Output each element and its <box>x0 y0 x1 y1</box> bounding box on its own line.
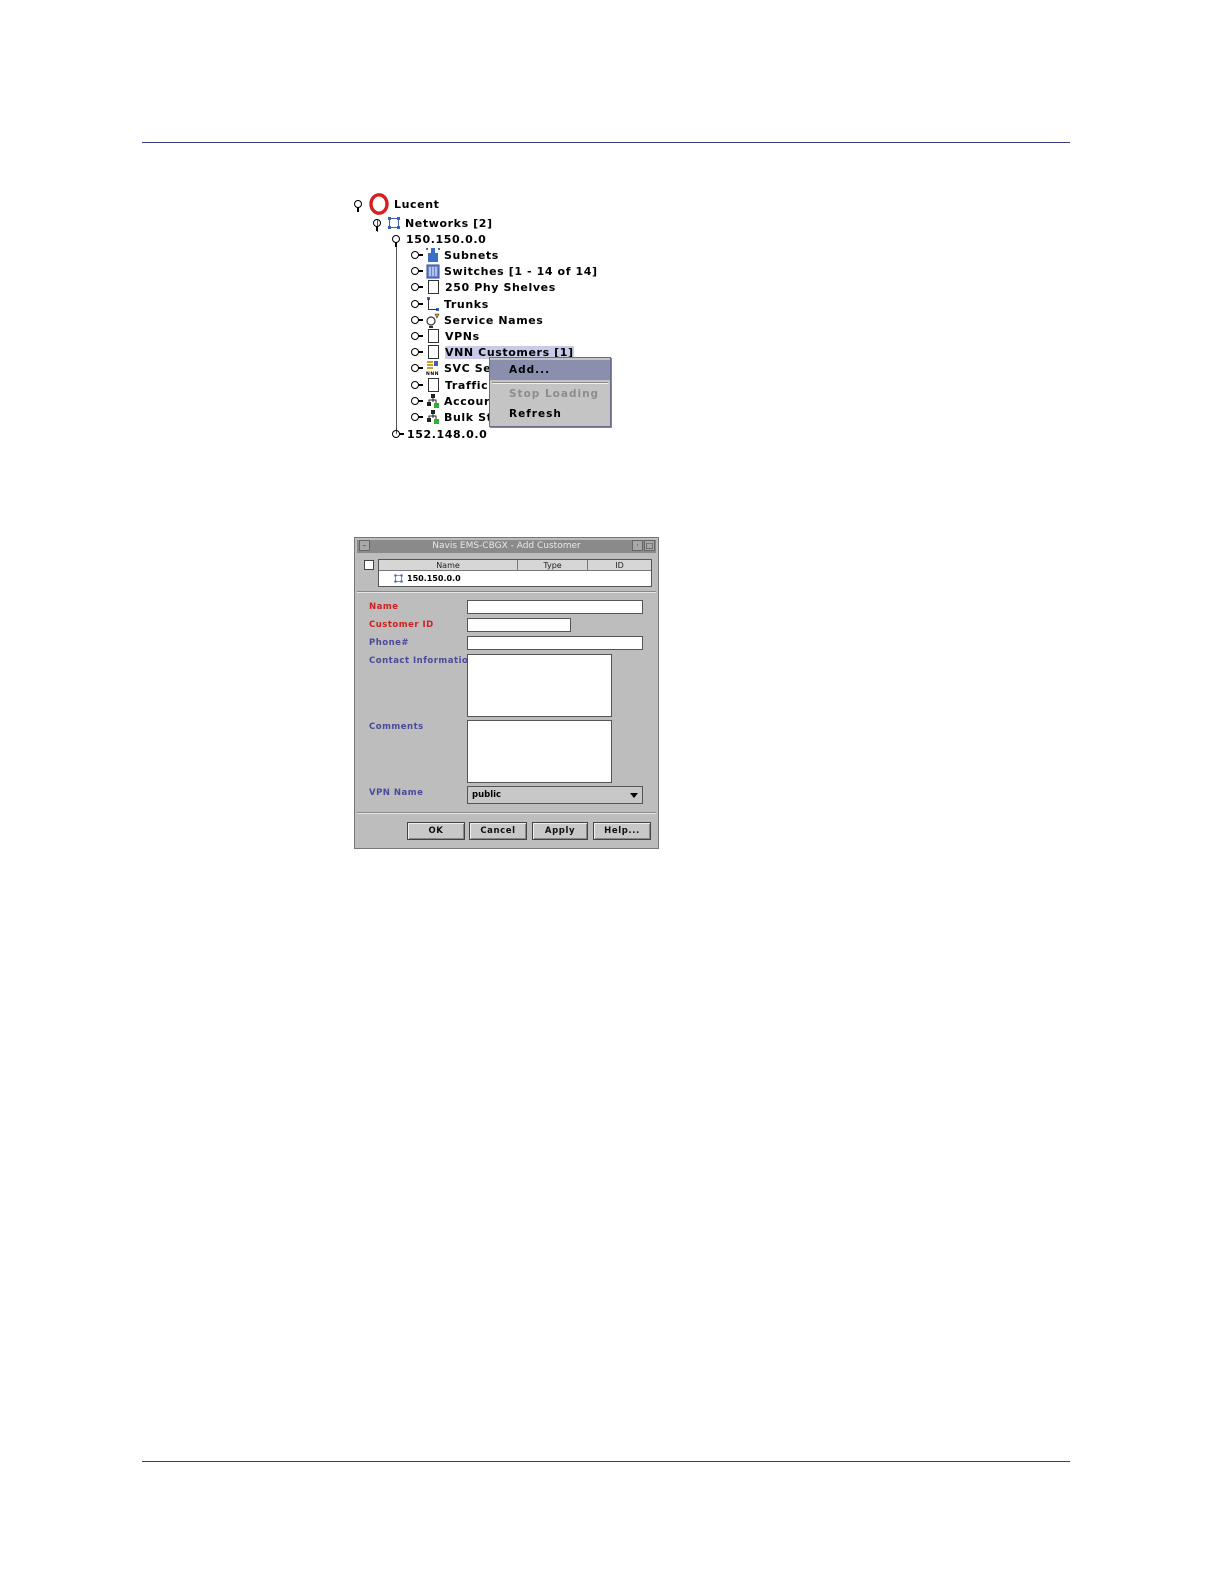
menu-item-stop-loading: Stop Loading <box>509 388 600 400</box>
vpn-name-select[interactable]: public <box>467 786 643 804</box>
tree-node-accounting[interactable]: Accour <box>411 393 490 409</box>
phone-field[interactable] <box>467 636 643 650</box>
service-names-icon <box>426 313 440 328</box>
chevron-down-icon[interactable] <box>630 793 638 798</box>
customer-id-field[interactable] <box>467 618 571 632</box>
subnets-icon <box>426 248 440 262</box>
footer-rule <box>142 1461 1070 1462</box>
tree-node-label: Service Names <box>444 313 544 327</box>
tree-node-vpns[interactable]: VPNs <box>411 328 480 344</box>
tree-node-label: Subnets <box>444 248 499 262</box>
tree-node-trunks[interactable]: Trunks <box>411 296 489 312</box>
bulk-statistics-icon <box>427 410 439 424</box>
collapse-handle-icon[interactable] <box>411 381 423 389</box>
tree-node-network-152[interactable]: 152.148.0.0 <box>392 426 487 438</box>
document-icon <box>428 378 439 392</box>
collapse-handle-icon[interactable] <box>411 397 423 405</box>
expand-handle-icon[interactable] <box>373 219 381 231</box>
tree-node-label: 152.148.0.0 <box>407 427 488 439</box>
tree-node-label: Switches [1 - 14 of 14] <box>444 264 598 278</box>
table-row[interactable]: 150.150.0.0 <box>393 572 461 584</box>
collapse-handle-icon[interactable] <box>411 413 423 421</box>
collapse-handle-icon[interactable] <box>411 364 423 372</box>
vpn-name-value: public <box>472 790 502 800</box>
minimize-icon[interactable]: · <box>632 540 643 551</box>
accounting-icon <box>427 394 439 408</box>
apply-button[interactable]: Apply <box>532 822 588 840</box>
tree-node-switches[interactable]: Switches [1 - 14 of 14] <box>411 263 598 279</box>
network-icon <box>394 573 403 583</box>
select-checkbox[interactable] <box>364 560 374 570</box>
network-icon <box>388 217 400 229</box>
lucent-logo-icon <box>369 193 389 215</box>
document-icon <box>428 329 439 343</box>
menu-item-add[interactable]: Add... <box>490 360 610 380</box>
window-menu-icon[interactable]: – <box>359 540 370 551</box>
tree-node-svc-service[interactable]: NNN SVC Se <box>411 360 491 376</box>
tree-node-label: Lucent <box>394 197 440 211</box>
svg-text:NNN: NNN <box>426 371 439 376</box>
tree-node-label: 150.150.0.0 <box>406 232 487 246</box>
svc-service-icon: NNN <box>426 361 439 376</box>
document-icon <box>428 345 439 359</box>
tree-node-label: SVC Se <box>444 361 492 375</box>
document-icon <box>428 280 439 294</box>
dialog-titlebar[interactable]: Navis EMS-CBGX - Add Customer <box>357 540 656 553</box>
collapse-handle-icon[interactable] <box>411 348 423 356</box>
contact-information-label: Contact Information <box>369 656 475 666</box>
tree-node-label: Trunks <box>444 297 489 311</box>
expand-handle-icon[interactable] <box>392 235 400 247</box>
dialog-title: Navis EMS-CBGX - Add Customer <box>432 541 581 551</box>
collapse-handle-icon[interactable] <box>411 300 423 308</box>
tree-node-phy-shelves[interactable]: 250 Phy Shelves <box>411 279 556 295</box>
expand-handle-icon[interactable] <box>354 200 362 212</box>
collapse-handle-icon[interactable] <box>392 430 404 438</box>
context-menu: Add... Stop Loading Refresh <box>489 357 611 427</box>
customer-id-label: Customer ID <box>369 620 434 630</box>
tree-node-networks[interactable]: Networks [2] <box>373 215 493 231</box>
ok-button[interactable]: OK <box>407 822 465 840</box>
separator <box>357 591 656 593</box>
name-field[interactable] <box>467 600 643 614</box>
name-label: Name <box>369 602 399 612</box>
contact-information-field[interactable] <box>467 654 612 717</box>
tree-node-subnets[interactable]: Subnets <box>411 247 499 263</box>
trunks-icon <box>427 297 439 311</box>
tree-node-network-150[interactable]: 150.150.0.0 <box>392 231 486 247</box>
help-button[interactable]: Help... <box>593 822 651 840</box>
column-header-type[interactable]: Type <box>518 560 588 571</box>
tree-node-label: Networks [2] <box>405 216 493 230</box>
tree-node-label: Accour <box>444 394 490 408</box>
switches-icon <box>426 264 440 279</box>
collapse-handle-icon[interactable] <box>411 316 423 324</box>
tree-node-traffic[interactable]: Traffic <box>411 377 488 393</box>
tree-guide-line <box>396 244 397 434</box>
collapse-handle-icon[interactable] <box>411 267 423 275</box>
collapse-handle-icon[interactable] <box>411 251 423 259</box>
add-customer-dialog: Navis EMS-CBGX - Add Customer – · □ Name… <box>354 537 659 849</box>
collapse-handle-icon[interactable] <box>411 332 423 340</box>
comments-label: Comments <box>369 722 424 732</box>
menu-item-refresh[interactable]: Refresh <box>490 404 610 424</box>
tree-node-service-names[interactable]: Service Names <box>411 312 543 328</box>
tree-node-label: VPNs <box>445 329 480 343</box>
parent-selection-table: Name Type ID 150.150.0.0 <box>378 559 652 587</box>
tree-node-lucent[interactable]: Lucent <box>354 192 440 216</box>
tree-node-label: Bulk St <box>444 410 493 424</box>
phone-label: Phone# <box>369 638 410 648</box>
comments-field[interactable] <box>467 720 612 783</box>
collapse-handle-icon[interactable] <box>411 283 423 291</box>
table-cell-name: 150.150.0.0 <box>407 573 461 583</box>
column-header-id[interactable]: ID <box>588 560 651 571</box>
cancel-button[interactable]: Cancel <box>469 822 527 840</box>
tree-node-bulk-statistics[interactable]: Bulk St <box>411 409 493 425</box>
separator <box>357 812 656 814</box>
vpn-name-label: VPN Name <box>369 788 424 798</box>
header-rule <box>142 142 1070 143</box>
column-header-name[interactable]: Name <box>379 560 518 571</box>
tree-node-label: Traffic <box>445 378 489 392</box>
maximize-icon[interactable]: □ <box>644 540 655 551</box>
tree-node-label: 250 Phy Shelves <box>445 280 556 294</box>
